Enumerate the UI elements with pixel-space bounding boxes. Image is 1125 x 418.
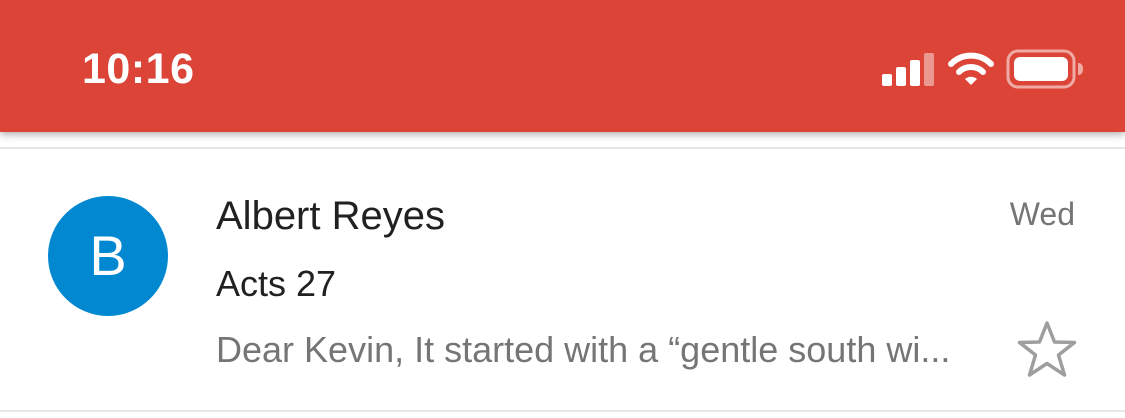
wifi-icon <box>948 52 994 85</box>
status-bar: 10:16 <box>0 0 1125 132</box>
email-list-item[interactable]: B Albert Reyes Wed Acts 27 Dear Kevin, I… <box>0 150 1125 409</box>
email-subject: Acts 27 <box>216 263 337 304</box>
star-icon[interactable] <box>1016 320 1078 380</box>
list-divider <box>0 410 1125 412</box>
list-divider <box>0 147 1125 149</box>
battery-icon <box>1006 49 1083 89</box>
email-sender: Albert Reyes <box>216 194 445 238</box>
signal-icon <box>882 53 934 86</box>
email-date: Wed <box>1009 196 1075 232</box>
status-time: 10:16 <box>82 45 195 93</box>
sender-avatar[interactable]: B <box>48 196 168 316</box>
email-snippet: Dear Kevin, It started with a “gentle so… <box>216 329 951 370</box>
